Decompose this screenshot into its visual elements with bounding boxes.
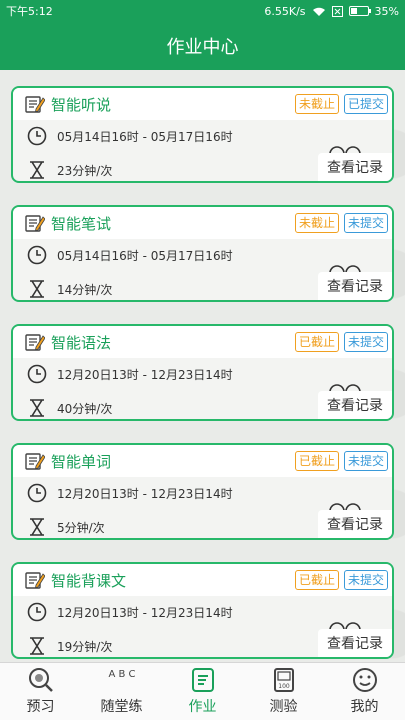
time-range: 12月20日13时 - 12月23日14时 (57, 486, 233, 501)
submit-status-badge: 已提交 (343, 94, 388, 114)
hourglass-icon (30, 637, 44, 655)
tab-classroom-practice[interactable]: A B C 随堂练 (81, 663, 162, 720)
view-record-button[interactable]: 查看记录 (318, 153, 392, 181)
page-title: 作业中心 (166, 37, 239, 58)
submit-status-badge: 未提交 (343, 332, 388, 352)
tab-label: 随堂练 (100, 699, 143, 715)
duration: 40分钟/次 (57, 401, 113, 416)
homework-list[interactable]: 智能听说 未截止 已提交 05月14日16时 - 05月17日16时 23分钟/… (0, 70, 405, 662)
time-range: 05月14日16时 - 05月17日16时 (57, 129, 233, 144)
time-range-row: 12月20日13时 - 12月23日14时 (27, 483, 233, 503)
card-title: 智能笔试 (51, 214, 112, 233)
battery-icon (348, 6, 371, 16)
clock-icon (27, 602, 47, 622)
tab-label: 预习 (26, 699, 55, 715)
card-title: 智能听说 (51, 95, 112, 114)
time-range: 12月20日13时 - 12月23日14时 (57, 367, 233, 382)
hourglass-icon (30, 399, 44, 417)
card-header: 智能单词 已截止 未提交 (13, 445, 392, 477)
duration-row: 40分钟/次 (27, 398, 112, 418)
submit-status-badge: 未提交 (343, 213, 388, 233)
duration-row: 23分钟/次 (27, 160, 112, 180)
deadline-badge: 未截止 (294, 94, 339, 114)
duration-row: 14分钟/次 (27, 279, 112, 299)
wifi-icon (312, 7, 325, 16)
time-range-row: 12月20日13时 - 12月23日14时 (27, 364, 233, 384)
homework-icon (191, 668, 214, 692)
test-paper-icon: 100 (273, 668, 294, 692)
submit-status-badge: 未提交 (343, 570, 388, 590)
abc-text: A B C (108, 669, 135, 680)
tab-label: 作业 (188, 699, 217, 715)
clock-icon (27, 245, 47, 265)
tab-preview[interactable]: 预习 (0, 663, 81, 720)
clock-icon (27, 364, 47, 384)
card-header: 智能语法 已截止 未提交 (13, 326, 392, 358)
notebook-pencil-icon (25, 453, 45, 470)
abc-icon: A B C (108, 669, 135, 680)
battery-percent: 35% (374, 4, 399, 18)
time-range: 12月20日13时 - 12月23日14时 (57, 605, 233, 620)
tab-mine[interactable]: 我的 (324, 663, 405, 720)
tab-label: 测验 (269, 699, 298, 715)
deadline-badge: 已截止 (294, 332, 339, 352)
title-bar: 作业中心 (0, 22, 405, 70)
sim-icon (331, 5, 343, 17)
card-header: 智能笔试 未截止 未提交 (13, 207, 392, 239)
homework-card[interactable]: 智能单词 已截止 未提交 12月20日13时 - 12月23日14时 5分钟/次… (11, 443, 394, 540)
bottom-tab-bar: 预习 A B C 随堂练 作业 100 测验 我的 (0, 662, 405, 720)
view-record-button[interactable]: 查看记录 (318, 510, 392, 538)
deadline-badge: 未截止 (294, 213, 339, 233)
duration: 23分钟/次 (57, 163, 113, 178)
duration: 19分钟/次 (57, 639, 113, 654)
homework-card[interactable]: 智能听说 未截止 已提交 05月14日16时 - 05月17日16时 23分钟/… (11, 86, 394, 183)
submit-status-badge: 未提交 (343, 451, 388, 471)
network-speed: 6.55K/s (264, 4, 306, 18)
notebook-pencil-icon (25, 572, 45, 589)
magnifier-icon (28, 668, 53, 692)
homework-card[interactable]: 智能语法 已截止 未提交 12月20日13时 - 12月23日14时 40分钟/… (11, 324, 394, 421)
duration: 14分钟/次 (57, 282, 113, 297)
hourglass-icon (30, 161, 44, 179)
status-time: 下午5:12 (6, 5, 53, 18)
card-title: 智能语法 (51, 333, 112, 352)
notebook-pencil-icon (25, 96, 45, 113)
card-title: 智能背课文 (51, 571, 127, 590)
deadline-badge: 已截止 (294, 570, 339, 590)
smiley-icon (352, 668, 377, 692)
card-header: 智能背课文 已截止 未提交 (13, 564, 392, 596)
time-range-row: 12月20日13时 - 12月23日14时 (27, 602, 233, 622)
view-record-button[interactable]: 查看记录 (318, 391, 392, 419)
notebook-pencil-icon (25, 334, 45, 351)
hourglass-icon (30, 518, 44, 536)
homework-card[interactable]: 智能笔试 未截止 未提交 05月14日16时 - 05月17日16时 14分钟/… (11, 205, 394, 302)
card-header: 智能听说 未截止 已提交 (13, 88, 392, 120)
card-title: 智能单词 (51, 452, 112, 471)
duration-row: 19分钟/次 (27, 636, 112, 656)
time-range-row: 05月14日16时 - 05月17日16时 (27, 126, 233, 146)
time-range: 05月14日16时 - 05月17日16时 (57, 248, 233, 263)
hourglass-icon (30, 280, 44, 298)
view-record-button[interactable]: 查看记录 (318, 272, 392, 300)
clock-icon (27, 126, 47, 146)
tab-test[interactable]: 100 测验 (243, 663, 324, 720)
deadline-badge: 已截止 (294, 451, 339, 471)
tab-homework[interactable]: 作业 (162, 663, 243, 720)
view-record-button[interactable]: 查看记录 (318, 629, 392, 657)
duration-row: 5分钟/次 (27, 517, 105, 537)
time-range-row: 05月14日16时 - 05月17日16时 (27, 245, 233, 265)
homework-card[interactable]: 智能背课文 已截止 未提交 12月20日13时 - 12月23日14时 19分钟… (11, 562, 394, 659)
tab-label: 我的 (350, 699, 379, 715)
status-bar: 下午5:12 6.55K/s 35% (0, 0, 405, 22)
test-score-text: 100 (278, 683, 290, 690)
clock-icon (27, 483, 47, 503)
notebook-pencil-icon (25, 215, 45, 232)
duration: 5分钟/次 (57, 520, 105, 535)
